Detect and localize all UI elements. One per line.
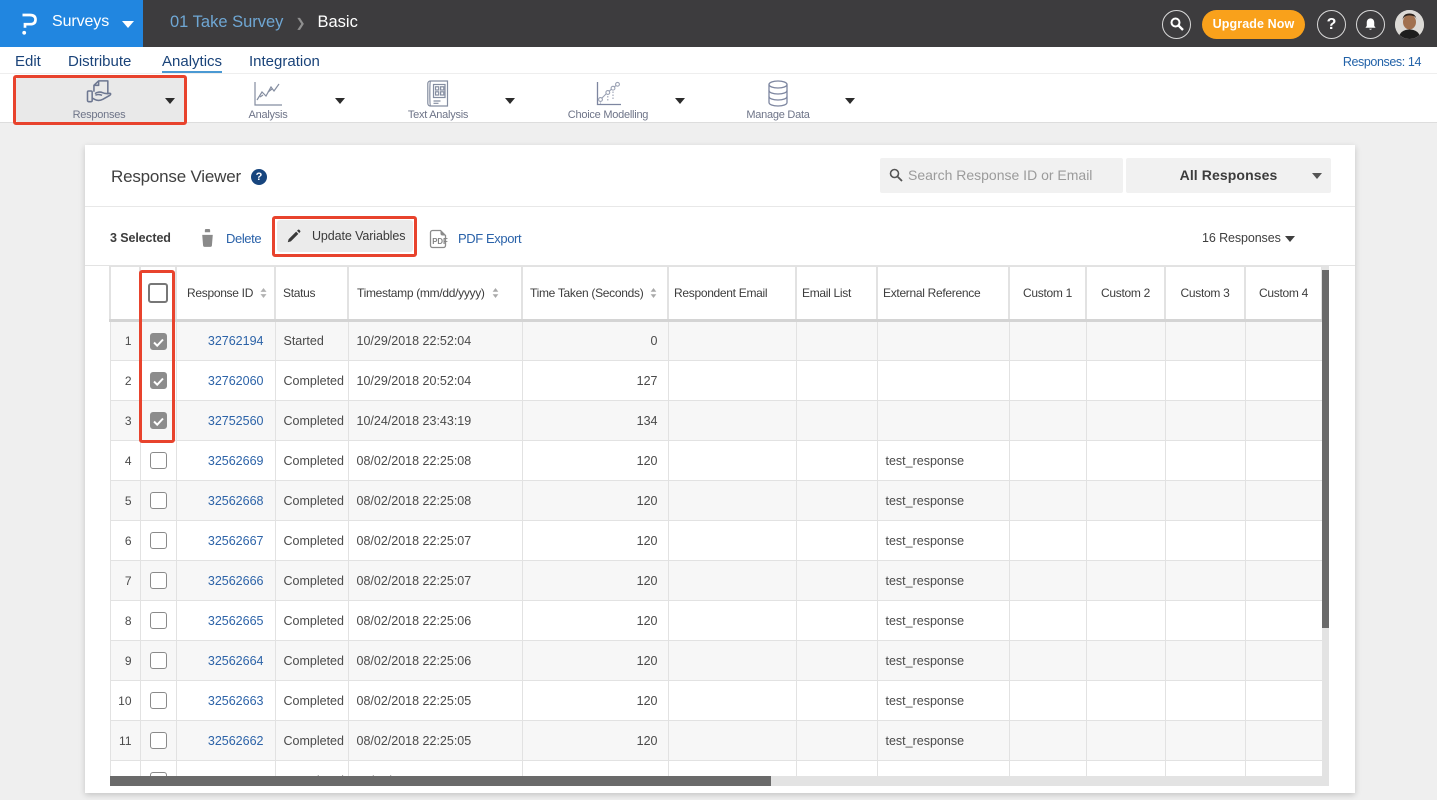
- svg-text:PDF: PDF: [432, 237, 448, 246]
